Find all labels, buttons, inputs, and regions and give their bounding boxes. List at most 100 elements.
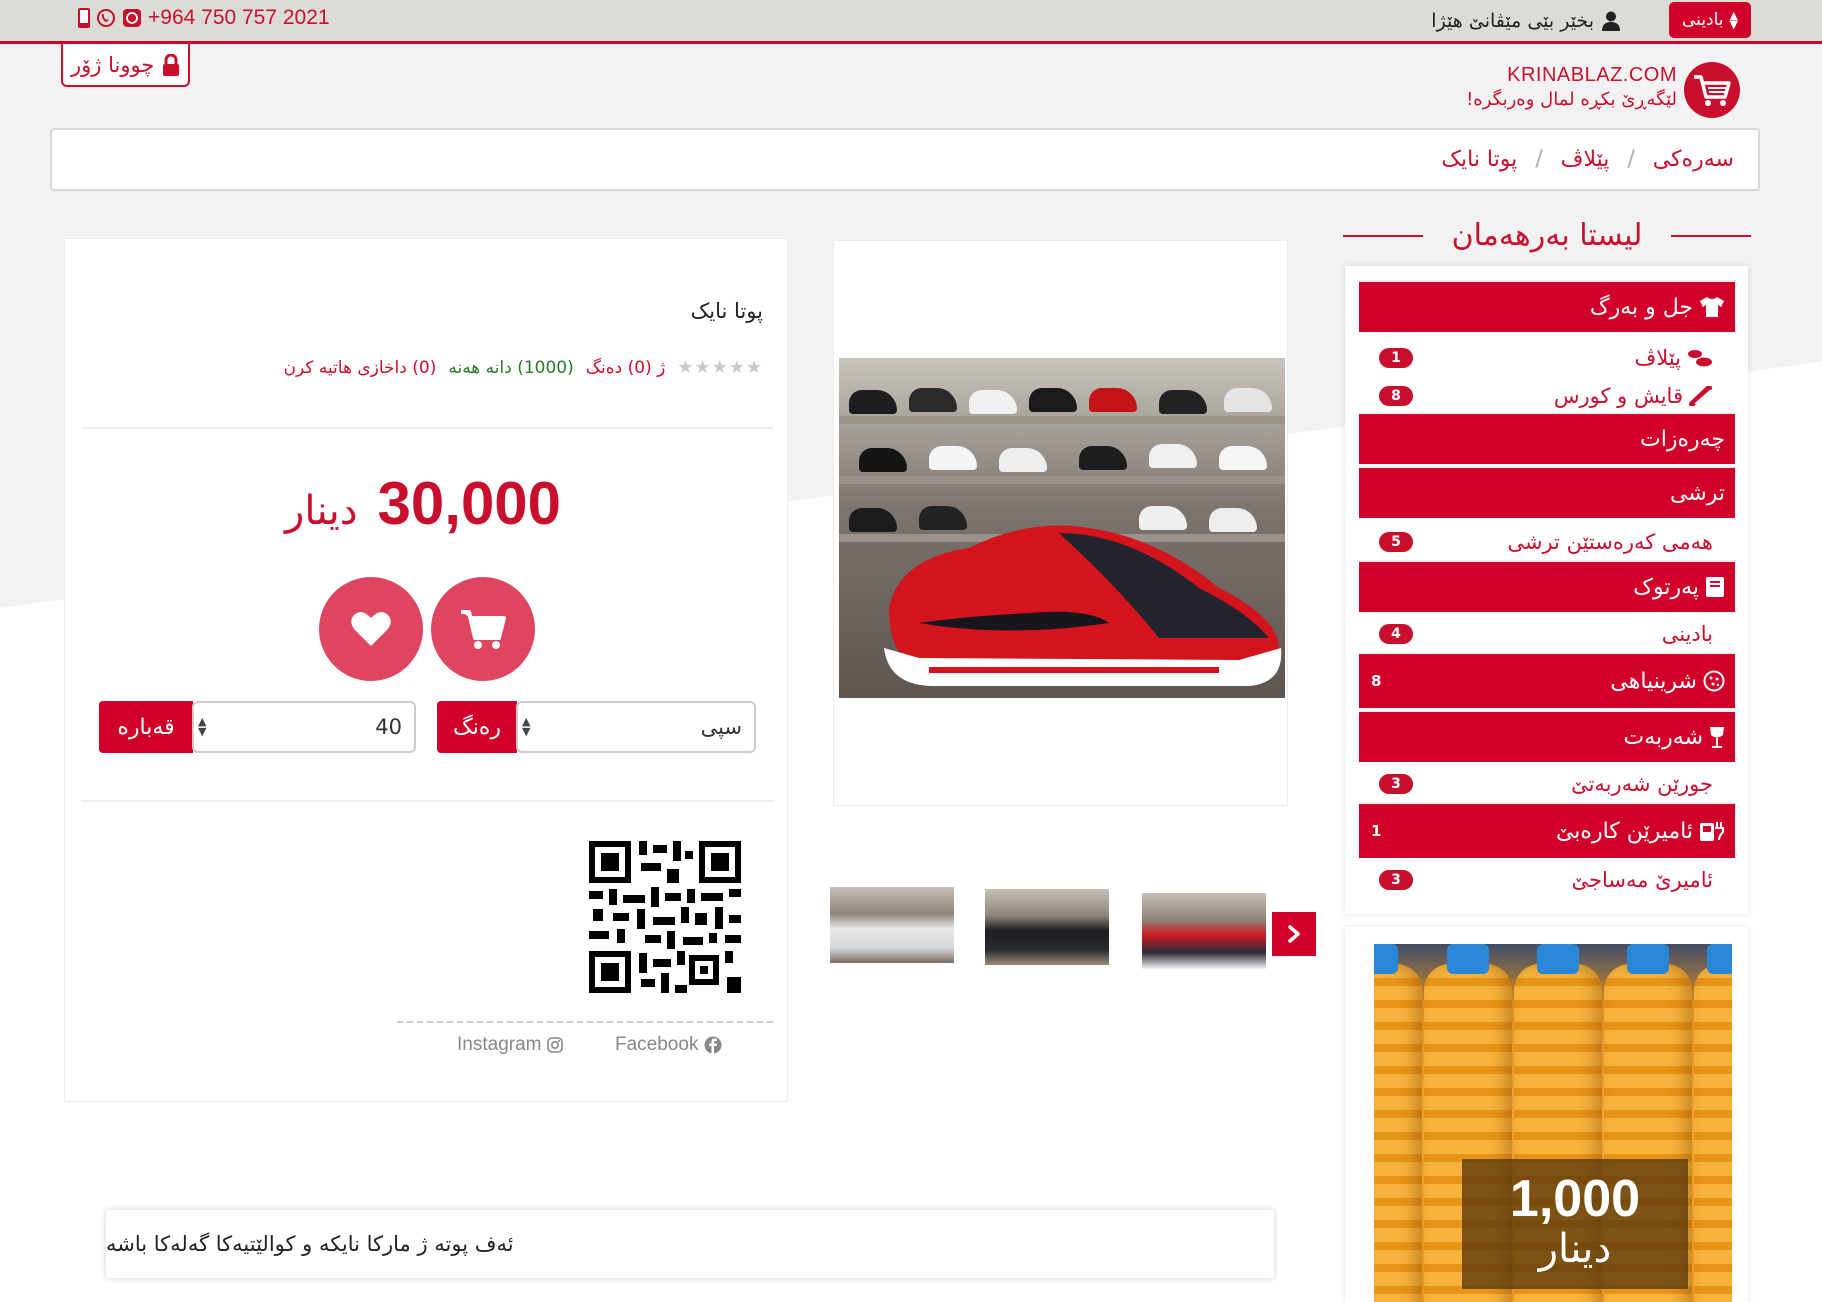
rating-stars[interactable]: ★★★★★: [677, 357, 763, 378]
add-to-cart-button[interactable]: [431, 577, 535, 681]
facebook-label: Facebook: [615, 1034, 699, 1055]
sidebar-item-label: ئامیرێ مەساجێ: [1571, 868, 1713, 892]
logo-slogan: لێگەڕێ بکڕە لمال وەربگرە!: [1466, 89, 1677, 110]
bottle-cap: [1627, 944, 1669, 974]
color-label: رەنگ: [437, 701, 517, 753]
facebook-link[interactable]: Facebook: [615, 1034, 722, 1056]
shelf-shoe: [999, 448, 1047, 472]
description-text: ئەف پوتە ژ مارکا نایکە و کوالێتیەکا گەلە…: [106, 1232, 514, 1256]
language-select[interactable]: ▲ ▼ بادینی: [1669, 2, 1751, 38]
thumbnail-2[interactable]: [985, 889, 1109, 965]
sidebar-item-badini-books[interactable]: بادینی 4: [1359, 616, 1735, 652]
orders-count: (0) داخازی هاتیه کرن: [283, 357, 437, 378]
sidebar-item-label: هەمی کەرەستێن ترشی: [1507, 530, 1713, 554]
sidebar-item-label: شرینیاهی: [1610, 668, 1697, 694]
sidebar-item-label: قایش و کورس: [1553, 384, 1683, 408]
product-price: دینار 30,000: [285, 469, 561, 538]
next-image-button[interactable]: [1272, 912, 1316, 956]
count-badge: 4: [1379, 624, 1413, 644]
sidebar-item-label: پەرتوک: [1633, 574, 1699, 600]
instagram-link[interactable]: Instagram: [457, 1034, 564, 1056]
sidebar-item-label: چەرەزات: [1640, 426, 1725, 452]
bottle-cap: [1374, 944, 1398, 974]
size-option: قەبارە ▲ ▼ 40: [99, 701, 416, 753]
bottle-shape: [1374, 964, 1422, 1302]
price-value: 30,000: [377, 470, 562, 537]
sidebar-item-clothes[interactable]: جل و بەرگ: [1359, 280, 1735, 332]
sidebar-item-sweets[interactable]: شرینیاهی 8: [1359, 652, 1735, 708]
lock-icon: [163, 53, 180, 76]
sidebar-item-label: بادینی: [1661, 622, 1713, 646]
book-icon: [1706, 577, 1724, 597]
sidebar-heading: لیستا بەرهەمان: [1343, 210, 1751, 260]
count-badge: 3: [1379, 870, 1413, 890]
welcome-text: بخێر بێی مێڤانێ هێژا: [1431, 10, 1594, 32]
site-logo[interactable]: KRINABLAZ.COM لێگەڕێ بکڕە لمال وەربگرە!: [1466, 64, 1677, 110]
sidebar-item-pickles[interactable]: ترشی: [1359, 466, 1735, 518]
breadcrumb-home[interactable]: سەرەکی: [1653, 147, 1734, 172]
product-name: پوتا نایک: [690, 299, 764, 323]
shelf-shoe: [1159, 390, 1207, 414]
featured-shoe-illustration: [884, 525, 1282, 687]
appliance-icon: [1700, 822, 1724, 841]
breadcrumb-category[interactable]: پێلاڤ: [1561, 147, 1610, 172]
cookie-icon: [1703, 670, 1725, 692]
thumbnail-3[interactable]: [1142, 893, 1266, 969]
sidebar-item-appliances[interactable]: ئامیرێن کارەبێ 1: [1359, 802, 1735, 858]
shelf-shoe: [1029, 388, 1077, 412]
product-main-image[interactable]: [839, 358, 1285, 698]
select-arrows-icon: ▲ ▼: [522, 715, 531, 738]
promo-currency: دینار: [1538, 1226, 1612, 1272]
bottle-cap: [1537, 944, 1579, 974]
size-select[interactable]: ▲ ▼ 40: [192, 701, 416, 753]
contact-phone[interactable]: +964 750 757 2021: [78, 5, 330, 31]
top-bar: +964 750 757 2021 بخێر بێی مێڤانێ هێژا ▲…: [0, 0, 1822, 44]
count-badge: 1: [1379, 348, 1413, 368]
bottle-cap: [1447, 944, 1489, 974]
sidebar-item-label: شەربەت: [1623, 724, 1703, 750]
instagram-label: Instagram: [457, 1034, 542, 1055]
sidebar-item-massage-devices[interactable]: ئامیرێ مەساجێ 3: [1359, 862, 1735, 898]
breadcrumb: سەرەکی / پێلاڤ / پوتا نایک: [50, 128, 1760, 191]
breadcrumb-current: پوتا نایک: [1441, 147, 1518, 172]
color-select[interactable]: ▲ ▼ سپی: [516, 701, 756, 753]
sidebar-item-nuts[interactable]: چەرەزات: [1359, 412, 1735, 464]
user-icon: [1602, 11, 1620, 31]
heading-line: [1343, 235, 1423, 237]
wishlist-button[interactable]: [319, 577, 423, 681]
shelf-shoe: [1219, 446, 1267, 470]
color-value: سپی: [700, 715, 742, 739]
divider: [81, 800, 773, 802]
sidebar-item-pickle-ingredients[interactable]: هەمی کەرەستێن ترشی 5: [1359, 524, 1735, 560]
sidebar-item-books[interactable]: پەرتوک: [1359, 560, 1735, 612]
chevron-right-icon: [1288, 925, 1300, 943]
bottle-cap: [1707, 944, 1732, 974]
sidebar-item-label: پێلاڤ: [1634, 346, 1681, 370]
promo-price: 1,000: [1509, 1170, 1641, 1228]
heart-icon: [351, 612, 391, 646]
social-divider: [397, 1021, 773, 1023]
category-sidebar: جل و بەرگ پێلاڤ 1 قایش و کورس 8 چەرەزات …: [1345, 266, 1748, 914]
count-badge: 8: [1379, 386, 1413, 406]
thumbnail-1[interactable]: [830, 887, 954, 963]
sidebar-item-drinks[interactable]: شەربەت: [1359, 710, 1735, 762]
login-button[interactable]: چوونا ژۆر: [61, 44, 191, 87]
juice-bottles-image: 1,000 دینار: [1374, 944, 1732, 1302]
sidebar-item-belts[interactable]: قایش و کورس 8: [1359, 378, 1735, 414]
phone-number: +964 750 757 2021: [148, 6, 330, 29]
mobile-icon: [78, 8, 90, 28]
product-image-card: [833, 240, 1288, 806]
logo-domain: KRINABLAZ.COM: [1507, 64, 1677, 86]
promo-banner[interactable]: 1,000 دینار: [1345, 927, 1748, 1302]
heading-line: [1671, 235, 1751, 237]
sidebar-item-drink-types[interactable]: جورێن شەربەتێ 3: [1359, 766, 1735, 802]
count-badge: 3: [1379, 774, 1413, 794]
whatsapp-icon: [123, 9, 141, 27]
shelf-shoe: [1079, 446, 1127, 470]
price-currency: دینار: [285, 488, 358, 534]
shelf-shoe: [859, 448, 907, 472]
sidebar-item-label: جورێن شەربەتێ: [1571, 772, 1713, 796]
shelf-shoe: [1089, 388, 1137, 412]
product-meta: ★★★★★ ژ (0) دەنگ (1000) دانه هەنه (0) دا…: [283, 357, 763, 378]
sidebar-item-shoes[interactable]: پێلاڤ 1: [1359, 340, 1735, 376]
